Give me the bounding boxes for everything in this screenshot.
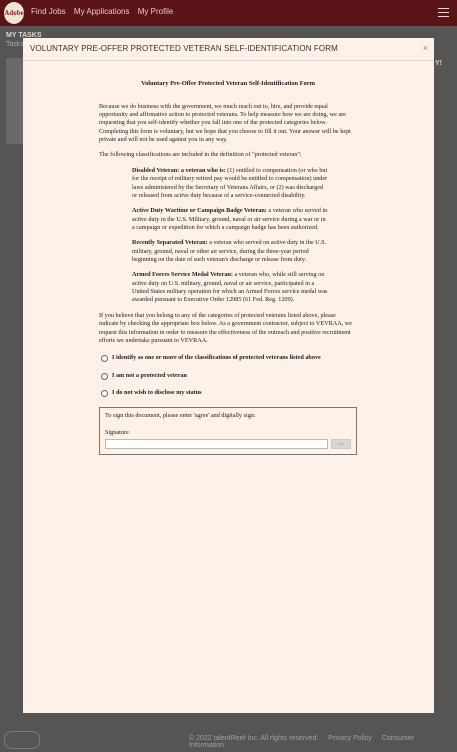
signature-box: To sign this document, please enter 'agr… [99, 407, 357, 456]
sign-instruction: To sign this document, please enter 'agr… [105, 412, 256, 420]
veteran-self-id-modal: VOLUNTARY PRE-OFFER PROTECTED VETERAN SE… [23, 38, 434, 713]
radio-button[interactable] [101, 355, 108, 363]
form-heading: Voluntary Pre-Offer Protected Veteran Se… [141, 80, 315, 87]
nav-my-applications[interactable]: My Applications [74, 7, 130, 16]
close-icon[interactable]: × [423, 43, 428, 53]
sign-button[interactable]: Sign [330, 439, 351, 450]
option-label: I identify as one or more of the classif… [112, 354, 321, 362]
classification-wartime-veteran: Active Duty Wartime or Campaign Badge Ve… [132, 207, 328, 231]
classification-recently-separated: Recently Separated Veteran: a veteran wh… [132, 239, 327, 264]
classification-disabled-veteran: Disabled Veteran: a veteran who is: (1) … [132, 166, 328, 199]
classifications-intro: The following classifications are includ… [99, 151, 302, 159]
footer-copyright: © 2022 talentReef Inc. All rights reserv… [189, 735, 319, 742]
hamburger-menu-icon[interactable] [438, 8, 449, 17]
signature-row: Sign [105, 439, 351, 450]
top-navigation-bar: Adobe Find Jobs My Applications My Profi… [0, 0, 457, 26]
form-content: Voluntary Pre-Offer Protected Veteran Se… [99, 80, 357, 456]
intro-paragraph: Because we do business with the governme… [99, 102, 351, 144]
signature-input[interactable] [105, 439, 328, 450]
powered-by-logo [4, 731, 40, 749]
tasks-subheading: Tasks [6, 41, 24, 48]
modal-title: VOLUNTARY PRE-OFFER PROTECTED VETERAN SE… [30, 44, 338, 53]
option-protected-veteran[interactable]: I identify as one or more of the classif… [99, 354, 357, 363]
option-do-not-disclose[interactable]: I do not wish to disclose my status [99, 389, 357, 397]
footer-privacy-link[interactable]: Privacy Policy [328, 735, 372, 742]
background-heading-fragment: Y! [435, 60, 442, 67]
radio-button[interactable] [101, 372, 108, 380]
classification-service-medal: Armed Forces Service Medal Veteran: a ve… [132, 271, 328, 304]
option-label: I do not wish to disclose my status [112, 388, 202, 396]
closing-paragraph: If you believe that you belong to any of… [99, 311, 353, 344]
nav-my-profile[interactable]: My Profile [138, 7, 174, 16]
footer: © 2022 talentReef Inc. All rights reserv… [189, 735, 457, 749]
nav-find-jobs[interactable]: Find Jobs [31, 7, 66, 16]
option-not-protected[interactable]: I am not a protected veteran [99, 372, 357, 380]
modal-divider [23, 60, 434, 61]
main-nav: Find Jobs My Applications My Profile [31, 7, 179, 16]
brand-logo[interactable]: Adobe [4, 2, 24, 24]
signature-label: Signature [105, 428, 129, 436]
option-label: I am not a protected veteran [112, 371, 187, 379]
radio-button[interactable] [101, 389, 108, 397]
